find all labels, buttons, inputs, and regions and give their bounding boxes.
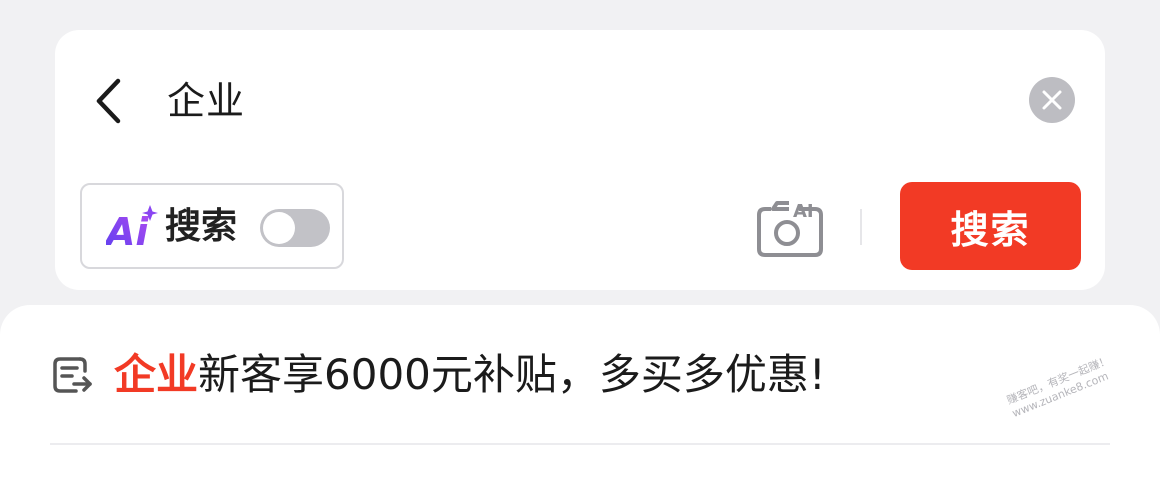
suggestion-highlight: 企业 — [114, 350, 199, 399]
ai-search-chip[interactable]: Ai 搜索 — [80, 183, 344, 269]
ai-search-toggle[interactable] — [260, 209, 330, 247]
suggest-arrow-icon — [53, 357, 92, 393]
suggestion-rest: 新客享6000元补贴，多买多优惠! — [198, 350, 826, 399]
clear-button[interactable] — [1029, 77, 1075, 123]
search-button[interactable]: 搜索 — [900, 182, 1081, 270]
toolbar-divider — [860, 209, 862, 245]
ai-search-label: 搜索 — [165, 206, 238, 247]
camera-ai-badge: AI — [793, 201, 814, 222]
image-search-button[interactable]: AI — [753, 195, 829, 261]
suggestion-panel: 企业新客享6000元补贴，多买多优惠! — [0, 305, 1160, 495]
chevron-left-icon — [96, 78, 121, 124]
close-icon — [1042, 90, 1062, 110]
back-button[interactable] — [83, 73, 133, 129]
suggestion-divider — [50, 443, 1110, 445]
suggestion-item[interactable]: 企业新客享6000元补贴，多买多优惠! — [50, 339, 1110, 411]
camera-ai-icon: AI — [757, 201, 823, 257]
ai-sparkle-icon: Ai — [106, 205, 158, 251]
ai-logo-text: Ai — [106, 210, 149, 251]
suggestion-text: 企业新客享6000元补贴，多买多优惠! — [114, 339, 826, 411]
toggle-knob — [263, 212, 295, 244]
search-input[interactable]: 企业 — [167, 74, 245, 128]
search-card: 企业 Ai 搜索 AI 搜索 — [55, 30, 1105, 290]
